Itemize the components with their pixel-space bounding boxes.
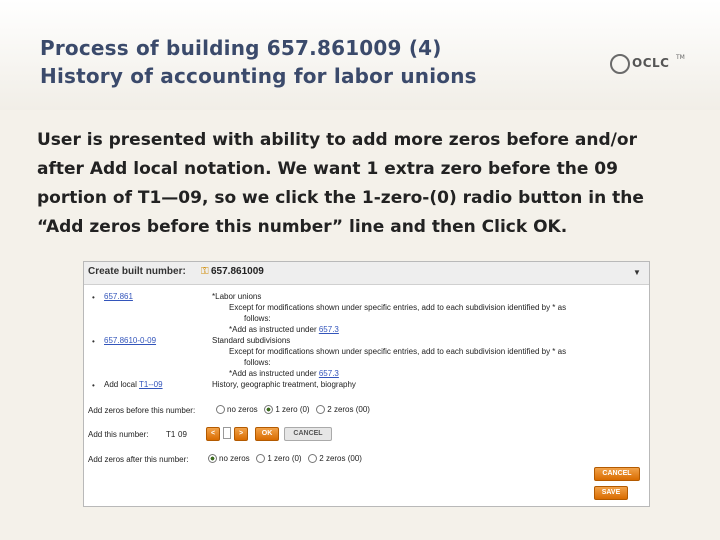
zeros-after-label: Add zeros after this number: (88, 455, 189, 464)
oclc-logo-icon (610, 54, 630, 74)
prev-button[interactable]: < (206, 427, 220, 441)
instruction-line: “Add zeros before this number” line and … (37, 217, 568, 237)
radio-zeros-after-2[interactable] (308, 454, 318, 464)
create-number-bar[interactable]: Create built number: ⚿ 657.861009 ▼ (84, 262, 649, 285)
slide-title-line-2: History of accounting for labor unions (40, 64, 477, 88)
entry-note-link[interactable]: 657.3 (319, 369, 339, 378)
zeros-after-options: no zeros 1 zero (0) 2 zeros (00) (208, 454, 362, 464)
entry-label: Add local (104, 380, 137, 389)
entry-note: *Add as instructed under 657.3 (229, 325, 339, 334)
cancel-button[interactable]: CANCEL (284, 427, 332, 441)
entry-link[interactable]: 657.861 (104, 292, 133, 301)
slide-title-line-1: Process of building 657.861009 (4) (40, 36, 442, 60)
radio-label: no zeros (219, 454, 250, 463)
entry-note: *Add as instructed under 657.3 (229, 369, 339, 378)
side-cancel-button[interactable]: CANCEL (594, 467, 640, 481)
instruction-line: User is presented with ability to add mo… (37, 130, 637, 150)
oclc-logo-tm: TM (676, 54, 685, 61)
built-number-value: 657.861009 (211, 266, 264, 277)
add-number-suffix: 09 (178, 430, 187, 439)
zeros-before-options: no zeros 1 zero (0) 2 zeros (00) (216, 405, 370, 415)
radio-zeros-before-1[interactable] (264, 405, 274, 415)
add-number-label: Add this number: (88, 430, 149, 439)
entry-row: 657.861 (104, 292, 133, 301)
oclc-logo: OCLC TM (610, 52, 690, 78)
entry-row: Add local T1--09 (104, 380, 163, 389)
instruction-text: User is presented with ability to add mo… (37, 126, 697, 242)
create-built-number-label: Create built number: (88, 266, 186, 277)
dropdown-arrow-icon[interactable]: ▼ (633, 268, 641, 277)
slide-header: Process of building 657.861009 (4) Histo… (0, 0, 720, 110)
entry-caption: *Labor unions (212, 292, 262, 301)
radio-label: 1 zero (0) (275, 405, 310, 414)
entry-note: Except for modifications shown under spe… (229, 347, 567, 356)
entry-caption: History, geographic treatment, biography (212, 380, 356, 389)
entry-note: Except for modifications shown under spe… (229, 303, 567, 312)
bullet-icon: • (92, 337, 95, 346)
entry-link[interactable]: 657.8610-0-09 (104, 336, 156, 345)
app-screenshot: Create built number: ⚿ 657.861009 ▼ • 65… (83, 261, 650, 507)
radio-label: 2 zeros (00) (327, 405, 370, 414)
radio-label: 2 zeros (00) (319, 454, 362, 463)
bullet-icon: • (92, 381, 95, 390)
radio-label: 1 zero (0) (267, 454, 302, 463)
instruction-line: portion of T1—09, so we click the 1-zero… (37, 188, 644, 208)
radio-zeros-before-0[interactable] (216, 405, 225, 415)
entry-caption: Standard subdivisions (212, 336, 291, 345)
radio-zeros-before-2[interactable] (316, 405, 326, 415)
entry-note: follows: (244, 358, 271, 367)
entry-note-text: *Add as instructed under (229, 325, 319, 334)
instruction-line: after Add local notation. We want 1 extr… (37, 159, 618, 179)
entry-note-link[interactable]: 657.3 (319, 325, 339, 334)
radio-zeros-after-0[interactable] (208, 454, 217, 464)
entry-note-text: *Add as instructed under (229, 369, 319, 378)
oclc-logo-text: OCLC (632, 56, 670, 70)
entry-link[interactable]: T1--09 (139, 380, 163, 389)
zeros-before-label: Add zeros before this number: (88, 406, 196, 415)
radio-label: no zeros (227, 405, 258, 414)
bullet-icon: • (92, 293, 95, 302)
key-icon: ⚿ (201, 266, 209, 277)
ok-button[interactable]: OK (255, 427, 279, 441)
entry-row: 657.8610-0-09 (104, 336, 156, 345)
save-button[interactable]: SAVE (594, 486, 628, 500)
next-button[interactable]: > (234, 427, 248, 441)
add-number-value: T1 (166, 430, 176, 439)
entry-note: follows: (244, 314, 271, 323)
radio-zeros-after-1[interactable] (256, 454, 266, 464)
zero-position-input[interactable] (223, 427, 231, 439)
